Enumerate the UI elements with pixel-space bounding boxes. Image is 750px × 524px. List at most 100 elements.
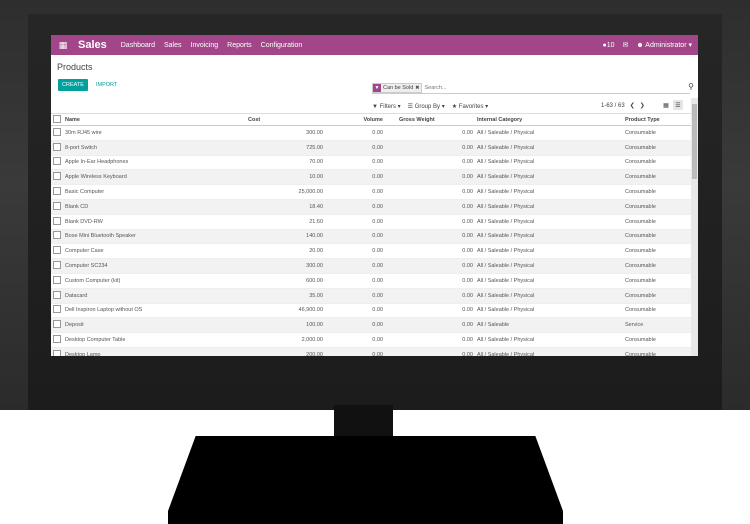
groupby-label: Group By	[414, 104, 441, 110]
column-header-cost[interactable]: Cost	[246, 114, 325, 126]
row-checkbox[interactable]	[51, 140, 63, 156]
pager-value[interactable]: 1-63 / 63	[601, 103, 625, 109]
kanban-icon[interactable]: ▦	[661, 100, 671, 110]
chat-icon[interactable]: ✉	[622, 41, 628, 49]
row-checkbox[interactable]	[51, 229, 63, 245]
scrollbar-thumb[interactable]	[692, 104, 697, 179]
cell-cost: 100.00	[246, 317, 325, 334]
row-checkbox[interactable]	[51, 184, 63, 200]
row-checkbox[interactable]	[51, 332, 63, 348]
select-all-checkbox[interactable]	[51, 114, 63, 126]
cell-internal-category: All / Saleable / Physical	[475, 125, 623, 141]
cell-product-type: Consumable	[623, 184, 691, 200]
cell-name: Deposit	[63, 317, 246, 334]
menu-dashboard[interactable]: Dashboard	[121, 42, 155, 49]
row-checkbox[interactable]	[51, 169, 63, 186]
row-checkbox[interactable]	[51, 288, 63, 304]
cell-product-type: Consumable	[623, 332, 691, 348]
cell-product-type: Consumable	[623, 125, 691, 141]
row-checkbox[interactable]	[51, 273, 63, 289]
row-checkbox[interactable]	[51, 155, 63, 171]
chevron-left-icon[interactable]: ❮	[630, 102, 635, 109]
cell-internal-category: All / Saleable / Physical	[475, 155, 623, 171]
row-checkbox[interactable]	[51, 214, 63, 230]
import-button[interactable]: IMPORT	[96, 82, 117, 88]
breadcrumb: Products	[57, 62, 93, 72]
table-row[interactable]: Apple In-Ear Headphones 70.00 0.00 0.00 All …	[51, 155, 691, 171]
cell-volume: 0.00	[325, 199, 385, 215]
table-row[interactable]: 30m RJ45 wire 300.00 0.00 0.00 All / Saleabl…	[51, 125, 691, 141]
row-checkbox[interactable]	[51, 303, 63, 319]
app-title[interactable]: Sales	[78, 39, 107, 51]
menu-reports[interactable]: Reports	[227, 42, 252, 49]
column-header-volume[interactable]: Volume	[325, 114, 385, 126]
cell-volume: 0.00	[325, 140, 385, 156]
row-checkbox[interactable]	[51, 347, 63, 356]
user-menu[interactable]: ☻ Administrator ▾	[636, 41, 692, 49]
cell-cost: 725.00	[246, 140, 325, 156]
cell-product-type: Consumable	[623, 288, 691, 304]
list-icon[interactable]: ☰	[673, 100, 683, 110]
chevron-right-icon[interactable]: ❯	[640, 102, 645, 109]
cell-name: Custom Computer (kit)	[63, 273, 246, 289]
favorites-label: Favorites	[458, 104, 484, 110]
column-header-gross-weight[interactable]: Gross Weight	[385, 114, 475, 126]
table-row[interactable]: Apple Wireless Keyboard 10.00 0.00 0.00 All …	[51, 169, 691, 186]
navbar-systray: ●10 ✉ ☻ Administrator ▾	[602, 41, 698, 50]
groupby-dropdown[interactable]: ☰ Group By ▾	[408, 103, 445, 110]
table-row[interactable]: Desktop Computer Table 2,000.00 0.00 0.00 Al…	[51, 332, 691, 348]
filters-dropdown[interactable]: ▼ Filters ▾	[372, 103, 401, 110]
cell-internal-category: All / Saleable / Physical	[475, 214, 623, 230]
table-row[interactable]: Blank CD 18.40 0.00 0.00 All / Saleable / Ph…	[51, 199, 691, 215]
grid-icon[interactable]: ▦	[54, 40, 72, 51]
create-button[interactable]: CREATE	[58, 79, 88, 91]
cell-product-type: Consumable	[623, 347, 691, 356]
table-row[interactable]: Computer Case 20.00 0.00 0.00 All / Saleable…	[51, 243, 691, 260]
cell-gross-weight: 0.00	[385, 125, 475, 141]
menu-configuration[interactable]: Configuration	[261, 42, 303, 49]
list-scrollbar[interactable]	[691, 98, 698, 356]
cell-gross-weight: 0.00	[385, 155, 475, 171]
row-checkbox[interactable]	[51, 199, 63, 215]
table-row[interactable]: Custom Computer (kit) 600.00 0.00 0.00 All /…	[51, 273, 691, 289]
table-row[interactable]: Bose Mini Bluetooth Speaker 140.00 0.00 0.0…	[51, 229, 691, 245]
cell-volume: 0.00	[325, 317, 385, 334]
row-checkbox[interactable]	[51, 243, 63, 260]
cell-volume: 0.00	[325, 125, 385, 141]
column-header-internal-category[interactable]: Internal Category	[475, 114, 623, 126]
close-icon[interactable]: ✖	[415, 85, 419, 91]
cell-cost: 20.00	[246, 243, 325, 260]
table-row[interactable]: Blank DVD-RW 21.60 0.00 0.00 All / Saleable …	[51, 214, 691, 230]
cell-internal-category: All / Saleable / Physical	[475, 273, 623, 289]
column-header-name[interactable]: Name	[63, 114, 246, 126]
table-row[interactable]: Deposit 100.00 0.00 0.00 All / Saleable Servi…	[51, 317, 691, 334]
table-row[interactable]: Desktop Lamp 200.00 0.00 0.00 All / Saleable…	[51, 347, 691, 356]
search-input[interactable]	[424, 84, 625, 91]
favorites-dropdown[interactable]: ★ Favorites ▾	[452, 103, 488, 110]
cell-product-type: Consumable	[623, 199, 691, 215]
search-options: ▼ Filters ▾ ☰ Group By ▾ ★ Favorites ▾	[372, 103, 488, 110]
menu-sales[interactable]: Sales	[164, 42, 182, 49]
cell-cost: 70.00	[246, 155, 325, 171]
search-icon[interactable]: ⚲	[688, 82, 694, 91]
cell-volume: 0.00	[325, 229, 385, 245]
cell-internal-category: All / Saleable / Physical	[475, 332, 623, 348]
column-header-product-type[interactable]: Product Type	[623, 114, 691, 126]
menu-invoicing[interactable]: Invoicing	[191, 42, 219, 49]
cell-product-type: Consumable	[623, 155, 691, 171]
cell-gross-weight: 0.00	[385, 140, 475, 156]
table-row[interactable]: Computer SC234 300.00 0.00 0.00 All / Saleab…	[51, 258, 691, 274]
cell-product-type: Consumable	[623, 303, 691, 319]
row-checkbox[interactable]	[51, 258, 63, 274]
row-checkbox[interactable]	[51, 125, 63, 141]
table-row[interactable]: 8-port Switch 725.00 0.00 0.00 All / Saleabl…	[51, 140, 691, 156]
row-checkbox[interactable]	[51, 317, 63, 334]
product-list-table: Name Cost Volume Gross Weight Internal C…	[51, 114, 691, 356]
search-facet[interactable]: ▼ Can be Sold ✖	[372, 82, 423, 93]
activity-indicator[interactable]: ●10	[602, 42, 614, 49]
table-row[interactable]: Basic Computer 25,000.00 0.00 0.00 All / Sal…	[51, 184, 691, 200]
table-row[interactable]: Dell Inspiron Laptop without OS 46,900.00…	[51, 303, 691, 319]
cell-name: 30m RJ45 wire	[63, 125, 246, 141]
table-row[interactable]: Datacard 35.00 0.00 0.00 All / Saleable / Ph…	[51, 288, 691, 304]
cell-name: Dell Inspiron Laptop without OS	[63, 303, 246, 319]
